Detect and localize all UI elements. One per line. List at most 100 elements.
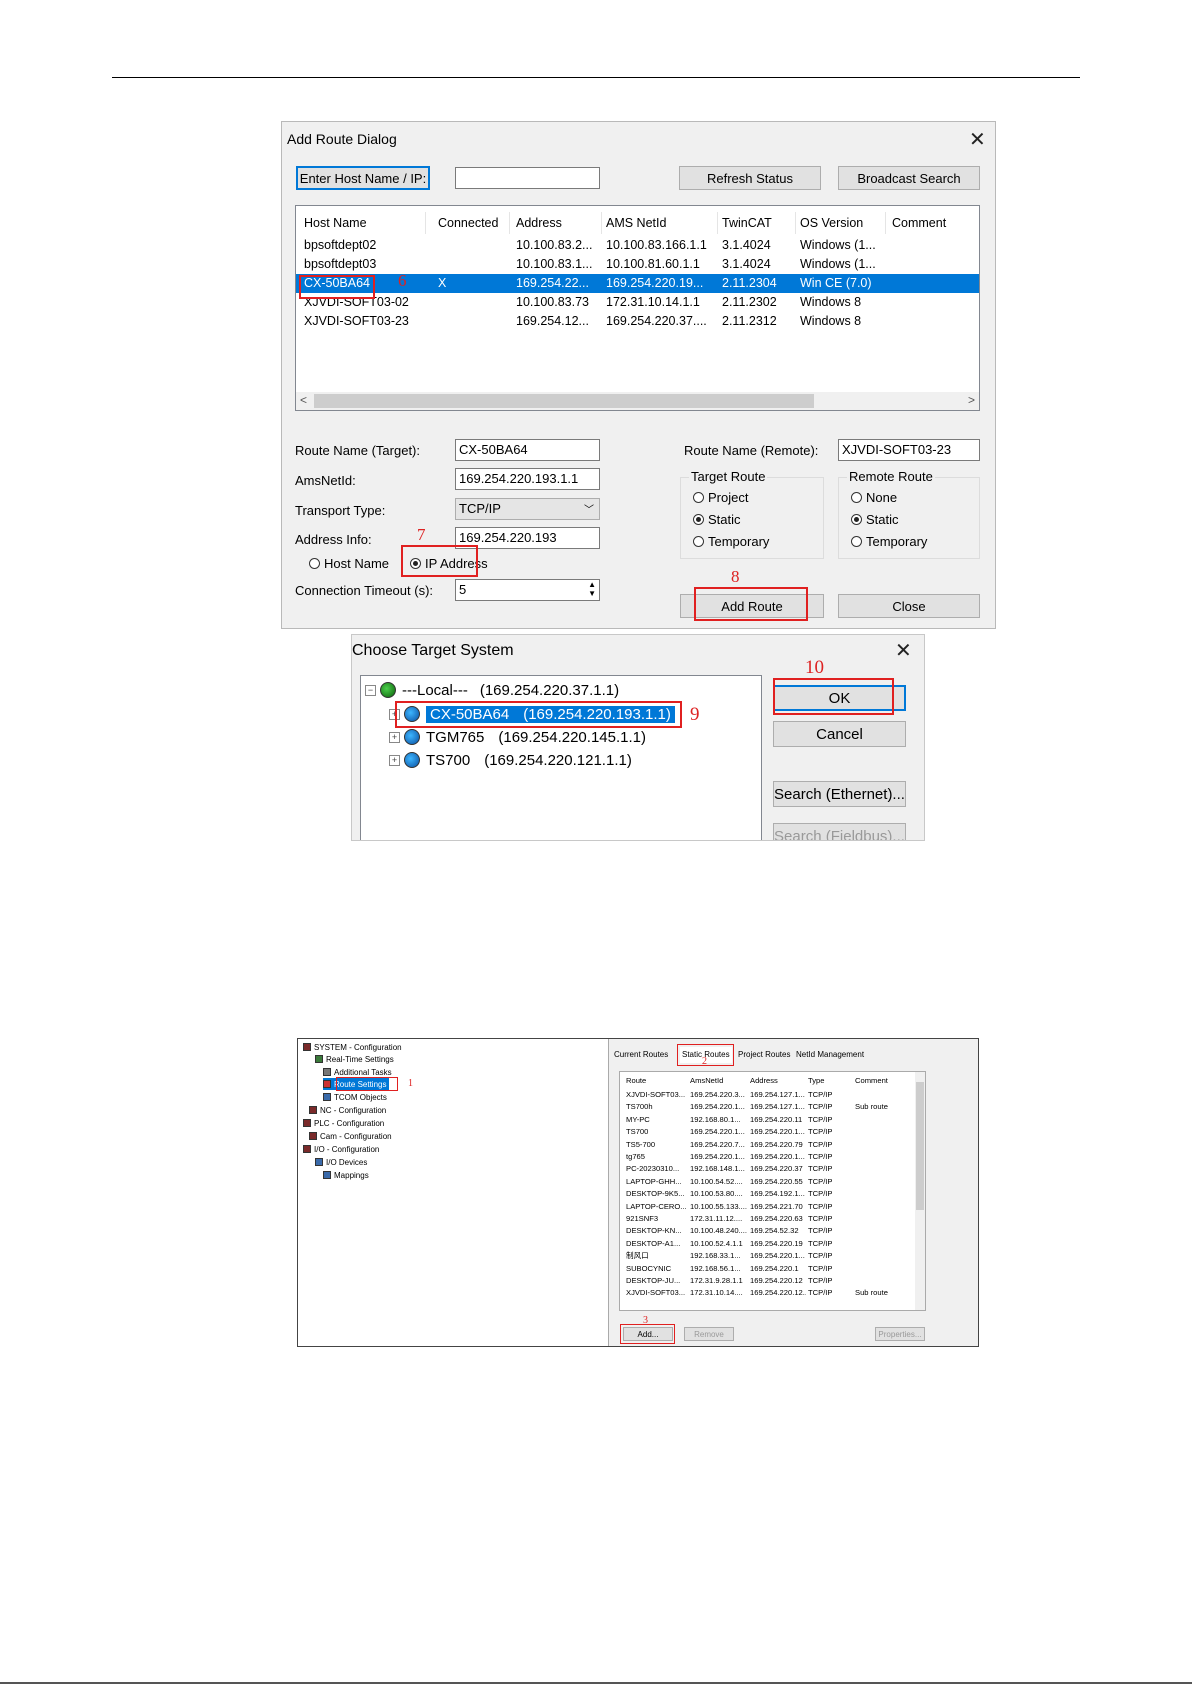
tab-project-routes[interactable]: Project Routes xyxy=(738,1047,790,1063)
search-ethernet-button[interactable]: Search (Ethernet)... xyxy=(773,781,906,807)
static-routes-list[interactable]: Route AmsNetId Address Type Comment XJVD… xyxy=(619,1071,926,1311)
target-static-radio[interactable]: Static xyxy=(693,512,741,527)
tree-node-ts700[interactable]: + TS700 (169.254.220.121.1.1) xyxy=(389,750,632,770)
route-cell: DESKTOP-JU... xyxy=(626,1276,681,1285)
route-row[interactable]: XJVDI-SOFT03... 172.31.10.14.... 169.254.2… xyxy=(620,1286,925,1299)
routes-header: Route AmsNetId Address Type Comment xyxy=(620,1074,925,1087)
close-button[interactable]: Close xyxy=(838,594,980,618)
tree-tcom[interactable]: TCOM Objects xyxy=(323,1091,387,1103)
amsnetid-input[interactable]: 169.254.220.193.1.1 xyxy=(455,468,600,490)
expand-icon[interactable]: + xyxy=(389,731,400,743)
scroll-left-icon[interactable]: < xyxy=(300,393,307,407)
route-row[interactable]: 921SNF3 172.31.11.12.... 169.254.220.63 TCP… xyxy=(620,1212,925,1225)
radio-label: Project xyxy=(708,490,749,505)
route-row[interactable]: DESKTOP-JU... 172.31.9.28.1.1 169.254.220.… xyxy=(620,1274,925,1287)
node-netid: (169.254.220.37.1.1) xyxy=(479,681,620,699)
enter-host-button[interactable]: Enter Host Name / IP: xyxy=(296,166,430,190)
host-name-radio[interactable]: Host Name xyxy=(309,556,389,571)
horizontal-scrollbar[interactable]: < > xyxy=(296,392,979,410)
route-cell: 169.254.127.1... xyxy=(750,1102,805,1112)
route-row[interactable]: LAPTOP-GHH... 10.100.54.52.... 169.254.220… xyxy=(620,1175,925,1188)
col-os-version[interactable]: OS Version xyxy=(796,212,886,234)
remote-static-radio[interactable]: Static xyxy=(851,512,899,527)
target-temporary-radio[interactable]: Temporary xyxy=(693,534,769,549)
tree-io-devices[interactable]: I/O Devices xyxy=(315,1156,367,1168)
route-row[interactable]: TS5-700 169.254.220.7... 169.254.220.79 TCP… xyxy=(620,1138,925,1151)
route-cell: 192.168.33.1... xyxy=(690,1251,741,1261)
vertical-scrollbar[interactable] xyxy=(915,1072,925,1310)
route-cell: Sub route xyxy=(855,1102,888,1112)
route-row[interactable]: DESKTOP-KN... 10.100.48.240.... 169.254.52… xyxy=(620,1224,925,1237)
tree-node-local[interactable]: − ---Local--- (169.254.220.37.1.1) xyxy=(365,680,619,700)
col-amsnetid[interactable]: AmsNetId xyxy=(690,1074,748,1087)
col-address[interactable]: Address xyxy=(512,212,602,234)
tree-plc[interactable]: PLC - Configuration xyxy=(303,1117,384,1129)
route-cell: TCP/IP xyxy=(808,1114,833,1124)
transport-type-select[interactable]: TCP/IP ﹀ xyxy=(455,498,600,520)
cancel-button[interactable]: Cancel xyxy=(773,721,906,747)
route-row[interactable]: TS700h 169.254.220.1... 169.254.127.1... TC… xyxy=(620,1100,925,1113)
expand-icon[interactable]: + xyxy=(389,754,400,766)
route-row[interactable]: TS700 169.254.220.1... 169.254.220.1... TCP… xyxy=(620,1125,925,1138)
route-row[interactable]: 制风口 192.168.33.1... 169.254.220.1... TCP/IP xyxy=(620,1249,925,1262)
tree-io[interactable]: I/O - Configuration xyxy=(303,1143,379,1155)
target-tree[interactable]: − ---Local--- (169.254.220.37.1.1) + CX-… xyxy=(360,675,762,840)
route-name-target-input[interactable]: CX-50BA64 xyxy=(455,439,600,461)
route-row[interactable]: SUBOCYNIC 192.168.56.1... 169.254.220.1 TCP… xyxy=(620,1262,925,1275)
target-project-radio[interactable]: Project xyxy=(693,490,748,505)
route-row[interactable]: DESKTOP-9K5... 10.100.53.80.... 169.254.19… xyxy=(620,1187,925,1200)
tree-nc[interactable]: NC - Configuration xyxy=(309,1104,386,1116)
spin-icon[interactable]: ▲ ▼ xyxy=(588,580,596,598)
route-name-remote-input[interactable]: XJVDI-SOFT03-23 xyxy=(838,439,980,461)
scroll-thumb[interactable] xyxy=(916,1082,924,1210)
remote-temporary-radio[interactable]: Temporary xyxy=(851,534,927,549)
target-route-group: Target Route Project Static Temporary xyxy=(680,469,824,559)
col-connected[interactable]: Connected xyxy=(434,212,510,234)
search-fieldbus-button[interactable]: Search (Fieldbus)... xyxy=(773,823,906,840)
col-ams-netid[interactable]: AMS NetId xyxy=(602,212,718,234)
host-row[interactable]: bpsoftdept02 10.100.83.2... 10.100.83.166.… xyxy=(296,236,979,255)
route-row[interactable]: LAPTOP-CERO... 10.100.55.133.... 169.254.2… xyxy=(620,1200,925,1213)
tree-node-tgm765[interactable]: + TGM765 (169.254.220.145.1.1) xyxy=(389,727,646,747)
route-row[interactable]: PC-20230310... 192.168.148.1... 169.254.22… xyxy=(620,1162,925,1175)
route-row[interactable]: MY-PC 192.168.80.1... 169.254.220.11 TCP/IP xyxy=(620,1113,925,1126)
scroll-thumb[interactable] xyxy=(314,394,814,408)
col-address[interactable]: Address xyxy=(750,1074,806,1087)
route-cell: 169.254.220.37 xyxy=(750,1164,803,1174)
transport-type-value: TCP/IP xyxy=(459,501,501,516)
tab-current-routes[interactable]: Current Routes xyxy=(614,1047,668,1063)
route-row[interactable]: XJVDI-SOFT03... 169.254.220.3... 169.254.1… xyxy=(620,1088,925,1101)
route-row[interactable]: tg765 169.254.220.1... 169.254.220.1... TCP… xyxy=(620,1150,925,1163)
annotation-number-3: 3 xyxy=(643,1315,648,1326)
broadcast-search-button[interactable]: Broadcast Search xyxy=(838,166,980,190)
col-comment[interactable]: Comment xyxy=(886,212,979,234)
route-cell: TS700 xyxy=(626,1127,649,1137)
host-input[interactable] xyxy=(455,167,600,189)
remove-button[interactable]: Remove xyxy=(684,1327,734,1341)
tab-netid-management[interactable]: NetId Management xyxy=(796,1047,864,1063)
tree-label: TCOM Objects xyxy=(334,1092,387,1102)
close-icon[interactable]: ✕ xyxy=(969,130,986,150)
tree-mappings[interactable]: Mappings xyxy=(323,1169,369,1181)
host-row[interactable]: XJVDI-SOFT03-23 169.254.12... 169.254.220.… xyxy=(296,312,979,331)
close-icon[interactable]: ✕ xyxy=(895,641,912,661)
host-row[interactable]: XJVDI-SOFT03-02 10.100.83.73 172.31.10.14.… xyxy=(296,293,979,312)
col-comment[interactable]: Comment xyxy=(855,1074,910,1087)
properties-button[interactable]: Properties... xyxy=(875,1327,925,1341)
scroll-right-icon[interactable]: > xyxy=(968,393,975,407)
annotation-number-2: 2 xyxy=(702,1056,707,1067)
col-route[interactable]: Route xyxy=(626,1074,686,1087)
collapse-icon[interactable]: − xyxy=(365,684,376,696)
col-type[interactable]: Type xyxy=(808,1074,848,1087)
host-list[interactable]: Host Name Connected Address AMS NetId Tw… xyxy=(295,205,980,411)
remote-none-radio[interactable]: None xyxy=(851,490,897,505)
host-cell: Windows (1... xyxy=(800,238,876,252)
col-host-name[interactable]: Host Name xyxy=(296,212,426,234)
col-twincat[interactable]: TwinCAT xyxy=(718,212,796,234)
tree-cam[interactable]: Cam - Configuration xyxy=(309,1130,392,1142)
route-row[interactable]: DESKTOP-A1... 10.100.52.4.1.1 169.254.220.… xyxy=(620,1237,925,1250)
timeout-stepper[interactable]: 5 ▲ ▼ xyxy=(455,579,600,601)
tree-system[interactable]: SYSTEM - Configuration xyxy=(303,1041,402,1053)
tree-realtime[interactable]: Real-Time Settings xyxy=(315,1053,394,1065)
refresh-status-button[interactable]: Refresh Status xyxy=(679,166,821,190)
